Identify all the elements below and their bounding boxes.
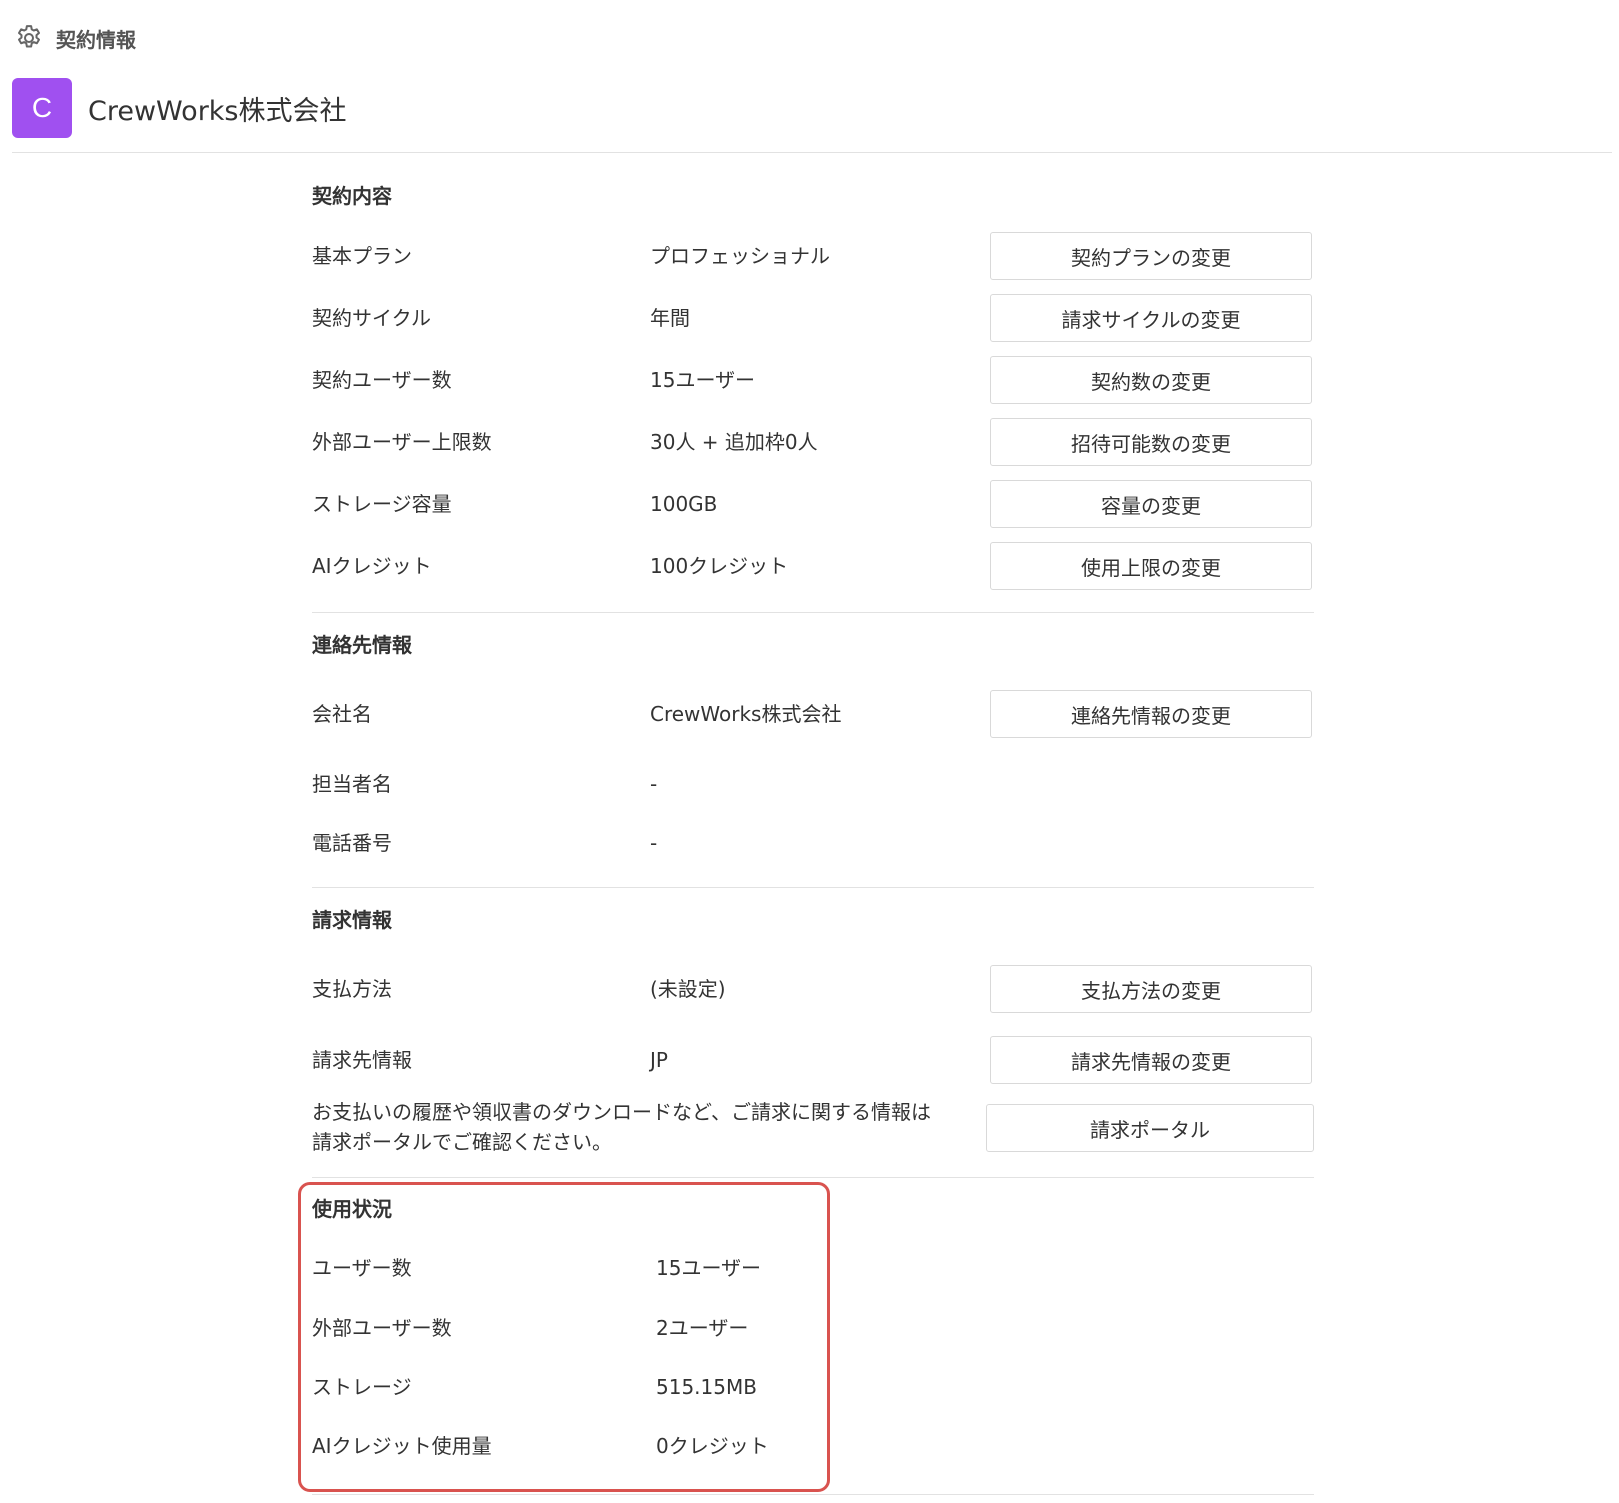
section-title-contact: 連絡先情報 (312, 633, 412, 657)
row-label-contract-users: 契約ユーザー数 (312, 368, 452, 392)
billing-portal-button[interactable]: 請求ポータル (986, 1104, 1314, 1152)
section-divider (312, 1494, 1314, 1495)
change-usage-limit-button[interactable]: 使用上限の変更 (990, 542, 1312, 590)
row-value-phone: - (650, 831, 658, 855)
row-label-billing-address: 請求先情報 (312, 1048, 412, 1072)
section-title-billing: 請求情報 (312, 908, 392, 932)
row-value-contract-users: 15ユーザー (650, 368, 756, 392)
row-value-contract-cycle: 年間 (650, 306, 690, 330)
billing-portal-note: お支払いの履歴や領収書のダウンロードなど、ご請求に関する情報は 請求ポータルでご… (312, 1097, 972, 1157)
row-value-billing-address: JP (650, 1048, 668, 1072)
change-payment-method-button[interactable]: 支払方法の変更 (990, 965, 1312, 1013)
row-value-ai-credit: 100クレジット (650, 554, 789, 578)
change-billing-cycle-button[interactable]: 請求サイクルの変更 (990, 294, 1312, 342)
change-invite-limit-button[interactable]: 招待可能数の変更 (990, 418, 1312, 466)
billing-portal-note-line1: お支払いの履歴や領収書のダウンロードなど、ご請求に関する情報は (312, 1100, 931, 1124)
row-label-company-name: 会社名 (312, 702, 372, 726)
change-billing-info-button[interactable]: 請求先情報の変更 (990, 1036, 1312, 1084)
page-title: CrewWorks株式会社 (88, 95, 347, 127)
row-value-external-user-limit: 30人 + 追加枠0人 (650, 430, 818, 454)
row-label-contract-cycle: 契約サイクル (312, 306, 431, 330)
row-label-payment-method: 支払方法 (312, 977, 392, 1001)
avatar: C (12, 78, 72, 138)
row-label-phone: 電話番号 (312, 831, 392, 855)
row-value-person-in-charge: - (650, 772, 658, 796)
change-contact-button[interactable]: 連絡先情報の変更 (990, 690, 1312, 738)
section-divider (312, 612, 1314, 613)
change-plan-button[interactable]: 契約プランの変更 (990, 232, 1312, 280)
section-title-contract: 契約内容 (312, 184, 392, 208)
row-value-payment-method: (未設定) (650, 977, 726, 1001)
row-value-company-name: CrewWorks株式会社 (650, 702, 842, 726)
row-label-external-user-limit: 外部ユーザー上限数 (312, 430, 492, 454)
section-divider (312, 1177, 1314, 1178)
gear-icon (18, 25, 40, 48)
row-label-base-plan: 基本プラン (312, 244, 412, 268)
change-contract-count-button[interactable]: 契約数の変更 (990, 356, 1312, 404)
row-value-storage-capacity: 100GB (650, 492, 718, 516)
section-divider (312, 887, 1314, 888)
breadcrumb: 契約情報 (14, 22, 136, 54)
breadcrumb-label: 契約情報 (56, 27, 136, 52)
row-label-storage-capacity: ストレージ容量 (312, 492, 452, 516)
billing-portal-note-line2: 請求ポータルでご確認ください。 (312, 1130, 612, 1154)
company-header: C CrewWorks株式会社 (12, 78, 347, 138)
row-value-base-plan: プロフェッショナル (650, 244, 830, 268)
row-label-ai-credit: AIクレジット (312, 554, 432, 578)
header-divider (12, 152, 1612, 153)
usage-highlight-box (298, 1182, 830, 1492)
row-label-person-in-charge: 担当者名 (312, 772, 392, 796)
change-capacity-button[interactable]: 容量の変更 (990, 480, 1312, 528)
